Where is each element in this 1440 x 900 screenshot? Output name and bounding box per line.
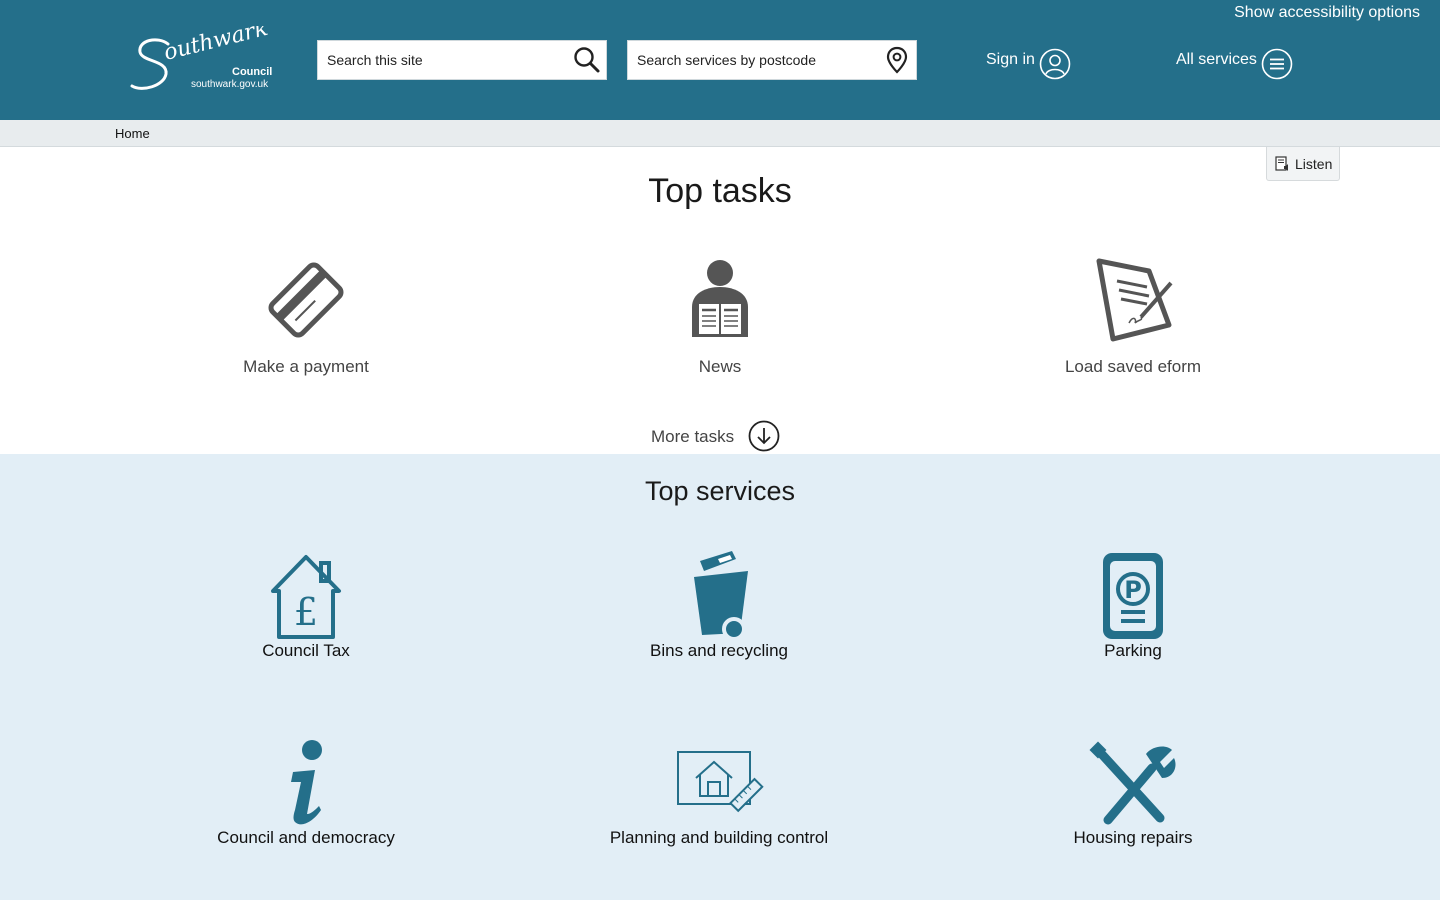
house-plan-icon xyxy=(674,738,764,828)
logo-council-text: Council xyxy=(232,66,273,78)
top-services-heading: Top services xyxy=(644,476,796,506)
service-planning-and-building-control[interactable]: Planning and building control xyxy=(569,738,869,848)
service-label: Council and democracy xyxy=(217,828,395,847)
arrow-down-circle-icon xyxy=(748,420,780,457)
breadcrumb-home[interactable]: Home xyxy=(115,126,150,141)
service-council-and-democracy[interactable]: Council and democracy xyxy=(156,738,456,848)
site-search-input[interactable] xyxy=(318,41,568,79)
sign-in-link[interactable]: Sign in xyxy=(986,46,1071,85)
task-load-saved-eform[interactable]: Load saved eform xyxy=(983,257,1283,377)
more-tasks-label: More tasks xyxy=(651,426,735,446)
service-label: Council Tax xyxy=(262,641,350,660)
service-label: Parking xyxy=(1104,641,1162,660)
search-icon[interactable] xyxy=(572,45,602,75)
service-label: Housing repairs xyxy=(1073,828,1193,847)
task-label: Load saved eform xyxy=(1064,357,1202,376)
listen-label: Listen xyxy=(1295,155,1333,172)
svg-text:outhwark: outhwark xyxy=(161,26,270,66)
task-label: Make a payment xyxy=(243,357,369,376)
wheelie-bin-icon xyxy=(674,551,764,641)
signed-document-icon xyxy=(1091,257,1175,343)
top-tasks-heading: Top tasks xyxy=(648,172,792,210)
southwark-logo[interactable]: outhwark Council southwark.gov.uk xyxy=(128,26,278,96)
sign-in-label: Sign in xyxy=(986,51,1035,68)
site-header: Show accessibility options outhwark Coun… xyxy=(0,0,1440,120)
site-search-box xyxy=(317,40,607,80)
house-pound-icon: £ xyxy=(261,551,351,641)
more-tasks-button[interactable]: More tasks xyxy=(651,416,780,457)
user-icon xyxy=(1039,48,1071,85)
breadcrumb: Home xyxy=(0,120,1440,147)
newspaper-reader-icon xyxy=(678,257,762,343)
service-label: Bins and recycling xyxy=(650,641,788,660)
service-label: Planning and building control xyxy=(609,828,829,847)
svg-text:P: P xyxy=(1124,576,1142,604)
all-services-link[interactable]: All services xyxy=(1176,46,1293,85)
postcode-search-input[interactable] xyxy=(628,41,878,79)
menu-icon xyxy=(1261,48,1293,85)
service-parking[interactable]: P Parking xyxy=(983,551,1283,661)
location-pin-icon[interactable] xyxy=(882,45,912,75)
info-icon xyxy=(261,738,351,828)
service-bins-and-recycling[interactable]: Bins and recycling xyxy=(569,551,869,661)
postcode-search-box xyxy=(627,40,917,80)
task-make-a-payment[interactable]: Make a payment xyxy=(156,257,456,377)
task-label: News xyxy=(698,357,742,376)
accessibility-options-link[interactable]: Show accessibility options xyxy=(1234,4,1420,22)
credit-card-icon xyxy=(264,257,348,343)
speaker-icon xyxy=(1275,155,1291,172)
task-news[interactable]: News xyxy=(570,257,870,377)
service-housing-repairs[interactable]: Housing repairs xyxy=(983,738,1283,848)
parking-meter-icon: P xyxy=(1088,551,1178,641)
tools-icon xyxy=(1088,738,1178,828)
logo-url-text: southwark.gov.uk xyxy=(191,79,269,90)
svg-text:£: £ xyxy=(294,590,318,634)
service-council-tax[interactable]: £ Council Tax xyxy=(156,551,456,661)
all-services-label: All services xyxy=(1176,51,1257,68)
